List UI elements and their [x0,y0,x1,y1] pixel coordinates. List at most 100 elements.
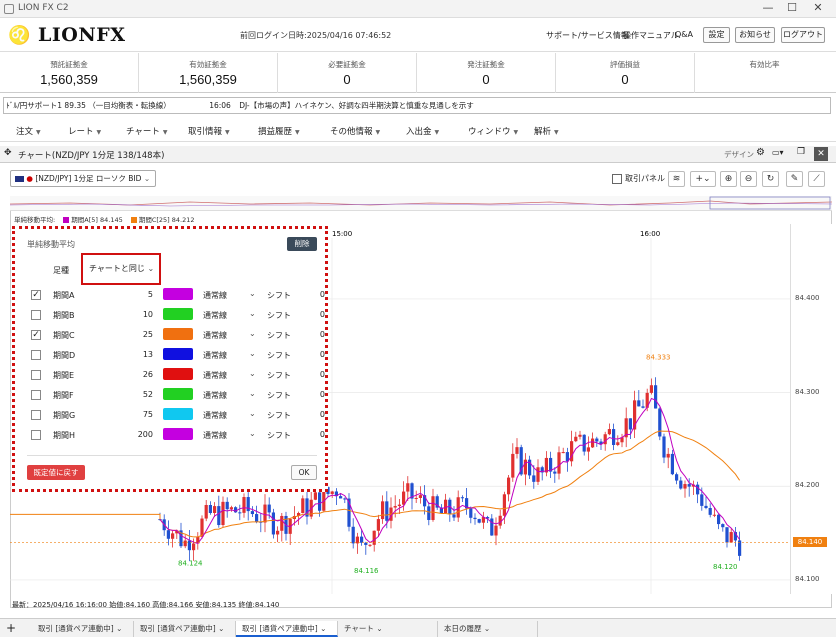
line-style[interactable]: 通常線 [203,350,227,361]
period-value[interactable]: 26 [117,370,153,379]
candle-body [208,505,212,514]
menu-order[interactable]: 注文 ▼ [16,125,41,137]
close-button[interactable]: ✕ [808,1,828,14]
period-value[interactable]: 200 [117,430,153,439]
zoom-in-icon[interactable]: ⊕ [720,171,737,187]
design-link[interactable]: デザイン [724,149,754,160]
manual-link[interactable]: 操作マニュアル [623,30,679,41]
chevron-down-icon[interactable]: ⌄ [249,389,256,398]
chevron-down-icon[interactable]: ⌄ [249,329,256,338]
trade-panel-checkbox[interactable] [612,174,622,184]
period-checkbox[interactable]: ✓ [31,290,41,300]
gear-icon[interactable]: ⚙ [756,147,765,158]
menu-other[interactable]: その他情報 ▼ [330,125,380,137]
line-style[interactable]: 通常線 [203,290,227,301]
candle-body [557,452,561,474]
add-tab-button[interactable]: + [6,620,16,636]
color-swatch[interactable] [163,328,193,340]
chevron-down-icon[interactable]: ⌄ [249,289,256,298]
news-button[interactable]: お知らせ [735,27,775,43]
window-title: LION FX C2 [18,3,69,13]
trend-icon[interactable]: ⟋ [808,171,825,187]
color-swatch[interactable] [163,388,193,400]
line-style[interactable]: 通常線 [203,310,227,321]
move-icon[interactable]: ✥ [4,148,12,158]
shift-value[interactable]: 0 [309,430,325,439]
settings-button[interactable]: 設定 [703,27,730,43]
color-swatch[interactable] [163,288,193,300]
menu-pl-history[interactable]: 損益履歴 ▼ [258,125,300,137]
menu-rate[interactable]: レート ▼ [68,125,101,137]
shift-value[interactable]: 0 [309,290,325,299]
close-icon[interactable]: ✕ [814,147,828,161]
candle-body [271,512,275,535]
menu-chart[interactable]: チャート ▼ [126,125,168,137]
period-value[interactable]: 5 [117,290,153,299]
shift-value[interactable]: 0 [309,370,325,379]
period-checkbox[interactable]: ✓ [31,330,41,340]
period-checkbox[interactable] [31,310,41,320]
chevron-down-icon[interactable]: ⌄ [249,369,256,378]
shift-value[interactable]: 0 [309,330,325,339]
tab-chart[interactable]: チャート ⌄ [338,621,438,637]
pen-icon[interactable]: ✎ [786,171,803,187]
minimize-button[interactable]: — [758,1,778,14]
period-value[interactable]: 13 [117,350,153,359]
popup-title: 単純移動平均 [27,240,75,249]
shift-value[interactable]: 0 [309,390,325,399]
chevron-down-icon[interactable]: ⌄ [249,349,256,358]
menu-analysis[interactable]: 解析 ▼ [534,125,559,137]
menu-window[interactable]: ウィンドウ ▼ [468,125,518,137]
delete-button[interactable]: 削除 [287,237,317,251]
ok-button[interactable]: OK [291,465,317,480]
foot-select[interactable]: チャートと同じ ⌄ [89,263,154,274]
add-icon[interactable]: +⌄ [690,171,716,187]
period-checkbox[interactable] [31,410,41,420]
period-value[interactable]: 75 [117,410,153,419]
tab-trade-3-active[interactable]: 取引 [通貨ペア連動中] ⌄ [236,621,338,637]
line-style[interactable]: 通常線 [203,390,227,401]
zoom-out-icon[interactable]: ⊖ [740,171,757,187]
tab-trade-1[interactable]: 取引 [通貨ペア連動中] ⌄ [32,621,134,637]
refresh-icon[interactable]: ↻ [762,171,779,187]
line-style[interactable]: 通常線 [203,330,227,341]
shift-value[interactable]: 0 [309,410,325,419]
period-value[interactable]: 52 [117,390,153,399]
menu-deposit[interactable]: 入出金 ▼ [406,125,439,137]
period-checkbox[interactable] [31,430,41,440]
period-checkbox[interactable] [31,370,41,380]
color-swatch[interactable] [163,308,193,320]
indicator-icon[interactable]: ≋ [668,171,685,187]
news-ticker[interactable]: ﾄﾞﾙ/円サポート1 89.35 （一目均衡表・転換線） 16:06 DJ-【市… [3,97,831,114]
line-style[interactable]: 通常線 [203,410,227,421]
shift-value[interactable]: 0 [309,310,325,319]
reset-defaults-button[interactable]: 既定値に戻す [27,465,85,480]
period-value[interactable]: 25 [117,330,153,339]
candle-body [276,530,280,535]
maximize-button[interactable]: ☐ [782,1,802,14]
qa-link[interactable]: Q&A [675,30,693,39]
layout-icon[interactable]: ▭▾ [772,148,784,157]
color-swatch[interactable] [163,408,193,420]
line-style[interactable]: 通常線 [203,430,227,441]
chart-navigator[interactable] [9,196,833,211]
chevron-down-icon[interactable]: ⌄ [249,409,256,418]
color-swatch[interactable] [163,428,193,440]
color-swatch[interactable] [163,348,193,360]
tab-today-history[interactable]: 本日の履歴 ⌄ [438,621,538,637]
period-value[interactable]: 10 [117,310,153,319]
chevron-down-icon[interactable]: ⌄ [249,309,256,318]
restore-icon[interactable]: ❐ [797,147,805,157]
support-link[interactable]: サポート/サービス情報 [546,30,629,41]
period-checkbox[interactable] [31,390,41,400]
line-style[interactable]: 通常線 [203,370,227,381]
color-swatch[interactable] [163,368,193,380]
shift-value[interactable]: 0 [309,350,325,359]
candle-body [166,530,170,539]
menu-trade-info[interactable]: 取引情報 ▼ [188,125,230,137]
period-checkbox[interactable] [31,350,41,360]
symbol-select[interactable]: ● [NZD/JPY] 1分足 ローソク BID ⌄ [10,170,156,187]
chevron-down-icon[interactable]: ⌄ [249,429,256,438]
tab-trade-2[interactable]: 取引 [通貨ペア連動中] ⌄ [134,621,236,637]
logout-button[interactable]: ログアウト [781,27,825,43]
